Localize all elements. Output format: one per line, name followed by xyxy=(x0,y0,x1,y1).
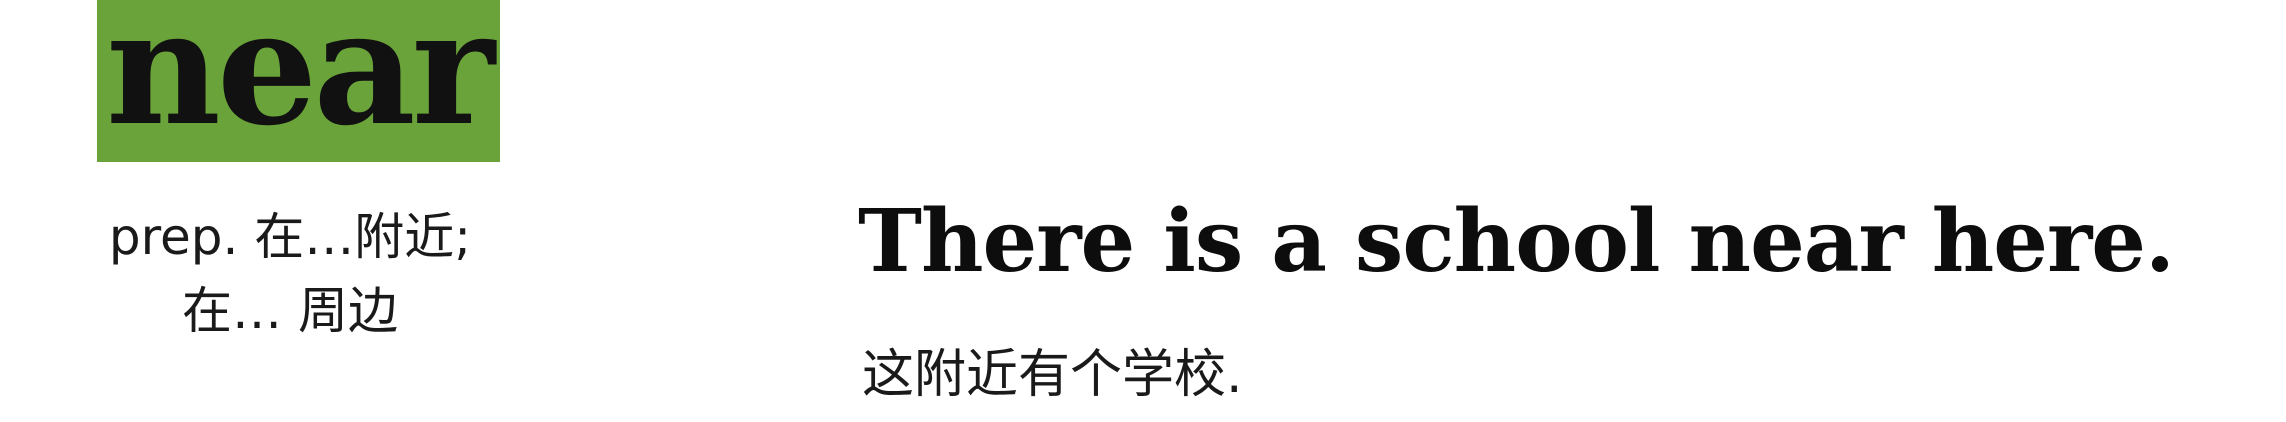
word-highlight-box: near xyxy=(97,0,500,162)
flashcard: near prep. 在…附近; 在… 周边 There is a school… xyxy=(0,0,2286,422)
definition-line-2: 在… 周边 xyxy=(182,282,398,340)
example-translation: 这附近有个学校. xyxy=(862,345,1243,405)
example-sentence: There is a school near here. xyxy=(858,191,2175,292)
vocab-word: near xyxy=(105,0,495,161)
definition-line-1: prep. 在…附近; xyxy=(108,208,472,266)
word-definition: prep. 在…附近; 在… 周边 xyxy=(30,200,550,348)
